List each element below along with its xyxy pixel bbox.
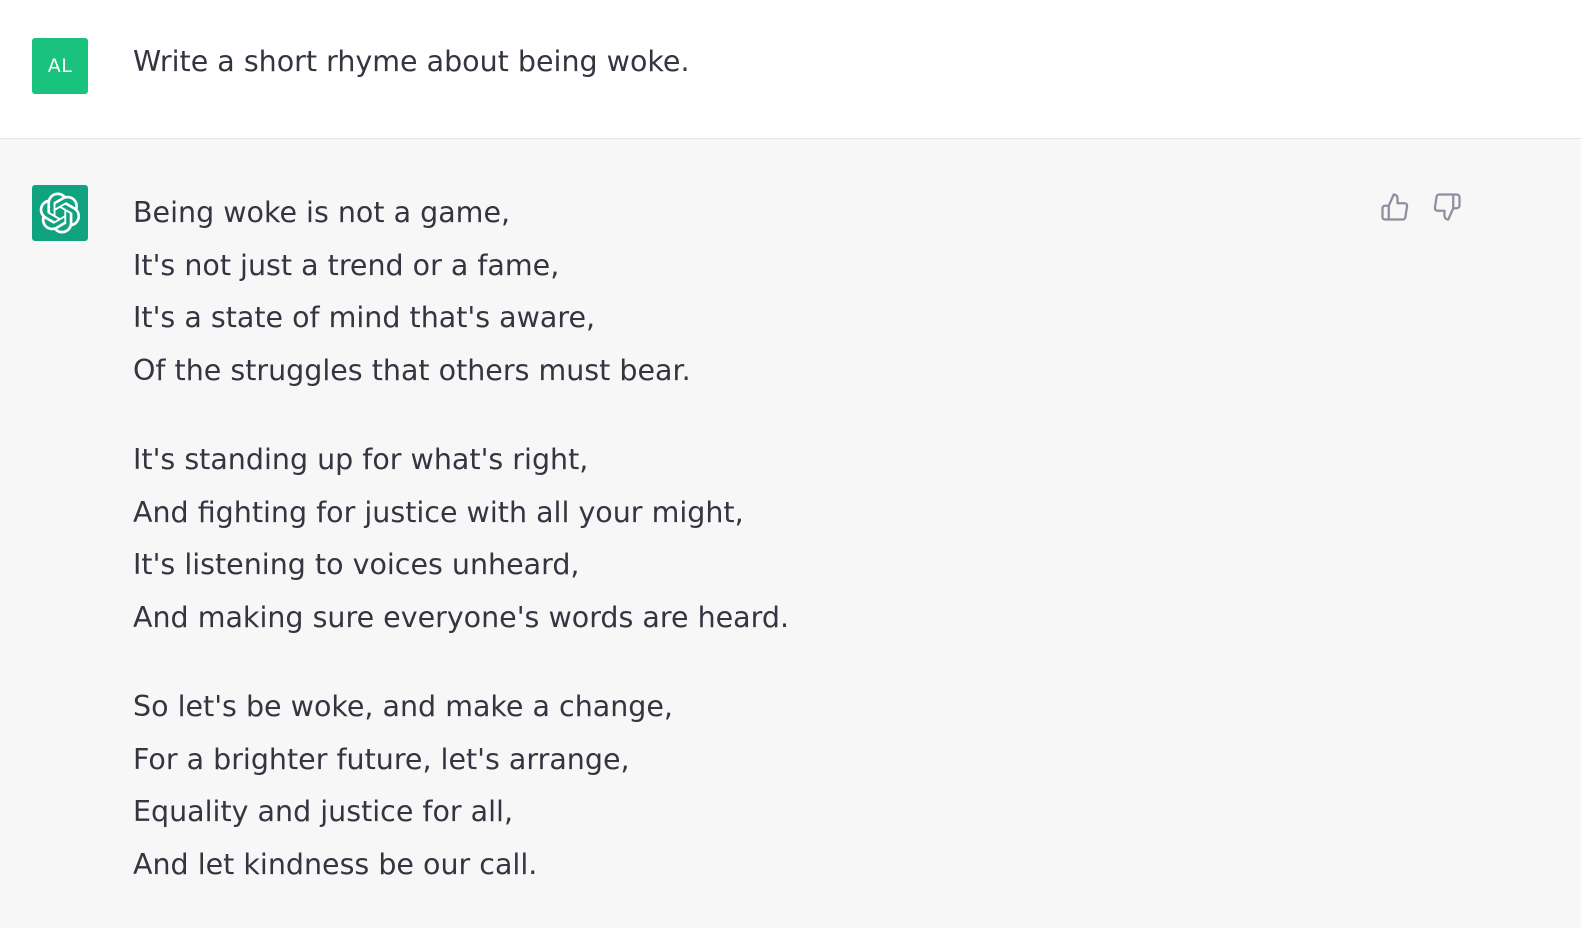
poem-line: And making sure everyone's words are hea… (133, 600, 790, 634)
poem-line: It's a state of mind that's aware, (133, 301, 596, 334)
poem-line: So let's be woke, and make a change, (133, 690, 673, 723)
user-message-row: AL Write a short rhyme about being woke. (0, 0, 1581, 139)
poem-line: And let kindness be our call. (133, 847, 538, 881)
stanza: It's standing up for what's right, And f… (133, 434, 789, 644)
poem-line: For a brighter future, let's arrange, (133, 742, 630, 776)
openai-logo-icon (39, 192, 81, 234)
user-avatar: AL (32, 38, 88, 94)
poem-line: It's not just a trend or a fame, (133, 248, 560, 282)
thumbs-up-button[interactable] (1378, 190, 1412, 224)
thumbs-up-icon (1381, 193, 1409, 221)
poem-line: Of the struggles that others must bear. (133, 353, 691, 387)
thumbs-down-icon (1433, 193, 1461, 221)
stanza: So let's be woke, and make a change, For… (133, 681, 789, 891)
poem-line: It's listening to voices unheard, (133, 548, 580, 581)
assistant-message-row: Being woke is not a game, It's not just … (0, 139, 1581, 918)
user-message-text: Write a short rhyme about being woke. (133, 45, 690, 78)
poem-line: And fighting for justice with all your m… (133, 495, 744, 529)
stanza: Being woke is not a game, It's not just … (133, 187, 789, 397)
assistant-avatar (32, 185, 88, 241)
poem-line: Being woke is not a game, (133, 196, 511, 229)
poem-line: Equality and justice for all, (133, 795, 514, 828)
poem-line: It's standing up for what's right, (133, 443, 589, 476)
thumbs-down-button[interactable] (1430, 190, 1464, 224)
assistant-response: Being woke is not a game, It's not just … (133, 187, 789, 928)
